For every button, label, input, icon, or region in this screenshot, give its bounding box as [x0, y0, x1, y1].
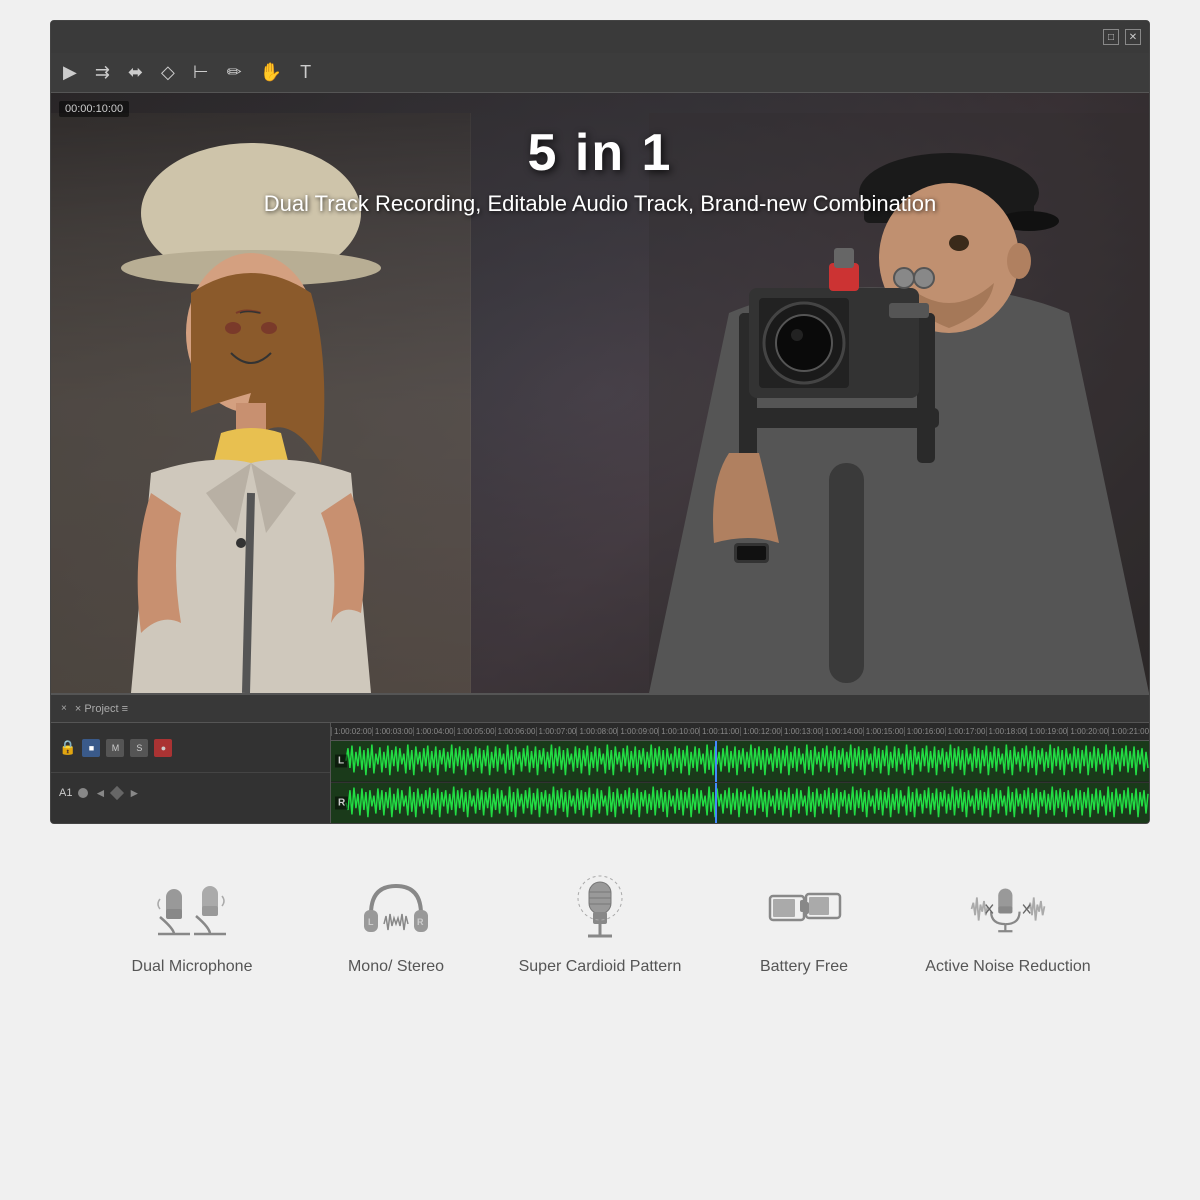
select-tool[interactable]: ▶: [63, 62, 77, 83]
track-R-label: R: [335, 796, 348, 809]
title-bar: □ ✕: [51, 21, 1149, 53]
ruler-mark-18: 1:00:19:00: [1026, 727, 1067, 736]
video-overlay: 5 in 1 Dual Track Recording, Editable Au…: [51, 123, 1149, 217]
track-controls: A1 ◄ ►: [51, 773, 330, 813]
lock-icon: 🔒: [59, 739, 76, 756]
ctrl-arrow-left[interactable]: ◄: [94, 786, 106, 800]
svg-text:R: R: [417, 917, 424, 927]
ruler-track: 1:00:02:00 1:00:03:00 1:00:04:00 1:00:05…: [331, 727, 1149, 736]
mono-stereo-icon: L R: [356, 874, 436, 944]
dual-mic-svg: [152, 874, 232, 944]
feature-super-cardioid: Super Cardioid Pattern: [510, 874, 690, 976]
ctrl-dot: [78, 788, 88, 798]
main-title: 5 in 1: [51, 123, 1149, 183]
waveform-track-L: L // generate waveform bars via inline S…: [331, 741, 1149, 783]
editor-window: □ ✕ ▶ ⇉ ⬌ ◇ ⊢ ✏ ✋ T: [50, 20, 1150, 824]
ruler-mark-19: 1:00:20:00: [1067, 727, 1108, 736]
noise-reduction-icon: [968, 874, 1048, 944]
ruler-mark-12: 1:00:13:00: [781, 727, 822, 736]
ruler-mark-6: 1:00:07:00: [536, 727, 577, 736]
waveform-track-R: R: [331, 783, 1149, 824]
track-header: 🔒 ■ M S ●: [51, 723, 330, 773]
toolbar: ▶ ⇉ ⬌ ◇ ⊢ ✏ ✋ T: [51, 53, 1149, 93]
svg-text:L: L: [368, 917, 374, 927]
hand-tool[interactable]: ✋: [260, 62, 282, 83]
sub-title: Dual Track Recording, Editable Audio Tra…: [51, 191, 1149, 217]
pen-tool[interactable]: ✏: [227, 62, 242, 83]
ruler-mark-20: 1:00:21:00: [1108, 727, 1149, 736]
active-noise-label: Active Noise Reduction: [925, 958, 1090, 976]
ruler-mark-3: 1:00:04:00: [413, 727, 454, 736]
ruler-mark-2: 1:00:03:00: [372, 727, 413, 736]
features-section: Dual Microphone L R: [50, 854, 1150, 996]
super-cardioid-label: Super Cardioid Pattern: [519, 958, 682, 976]
video-clip-icon: ■: [82, 739, 100, 757]
ctrl-arrow-right[interactable]: ►: [128, 786, 140, 800]
cardioid-svg: [560, 874, 640, 944]
cardioid-icon: [560, 874, 640, 944]
ruler-mark-10: 1:00:11:00: [699, 727, 740, 736]
feature-mono-stereo: L R Mono/ Stereo: [306, 874, 486, 976]
noise-reduction-svg: [968, 874, 1048, 944]
timeline-left-panel: 🔒 ■ M S ● A1 ◄ ►: [51, 723, 331, 823]
waveform-L-svg: // generate waveform bars via inline SVG…: [331, 741, 1149, 782]
ruler-mark-1: 1:00:02:00: [331, 727, 372, 736]
ruler-mark-16: 1:00:17:00: [945, 727, 986, 736]
feature-battery-free: Battery Free: [714, 874, 894, 976]
battery-svg: [764, 874, 844, 944]
timeline-section: × × Project ≡ 🔒 ■ M S ● A1 ◄: [51, 693, 1149, 823]
video-preview: 5 in 1 Dual Track Recording, Editable Au…: [51, 93, 1149, 693]
headphone-svg: L R: [356, 874, 436, 944]
ruler-mark-17: 1:00:18:00: [986, 727, 1027, 736]
close-button[interactable]: ✕: [1125, 29, 1141, 45]
timeline-body: 🔒 ■ M S ● A1 ◄ ►: [51, 723, 1149, 823]
dual-microphone-icon: [152, 874, 232, 944]
ruler-mark-9: 1:00:10:00: [658, 727, 699, 736]
main-container: □ ✕ ▶ ⇉ ⬌ ◇ ⊢ ✏ ✋ T: [0, 0, 1200, 1200]
battery-free-label: Battery Free: [760, 958, 848, 976]
feature-dual-microphone: Dual Microphone: [102, 874, 282, 976]
ruler-mark-13: 1:00:14:00: [822, 727, 863, 736]
ruler-mark-14: 1:00:15:00: [863, 727, 904, 736]
keyframe-diamond: [110, 786, 124, 800]
ruler-mark-15: 1:00:16:00: [904, 727, 945, 736]
battery-free-icon: [764, 874, 844, 944]
timecode-display: 00:00:10:00: [59, 101, 129, 117]
feature-noise-reduction: Active Noise Reduction: [918, 874, 1098, 976]
waveform-R-svg: [331, 783, 1149, 824]
ruler-mark-4: 1:00:05:00: [454, 727, 495, 736]
text-tool[interactable]: T: [300, 62, 311, 83]
mono-stereo-label: Mono/ Stereo: [348, 958, 444, 976]
dual-microphone-label: Dual Microphone: [132, 958, 253, 976]
ripple-tool[interactable]: ⬌: [128, 62, 143, 83]
timeline-header: × × Project ≡: [51, 695, 1149, 723]
track-L-label: L: [335, 755, 347, 768]
playhead-R: [715, 783, 717, 824]
timeline-close[interactable]: ×: [61, 703, 67, 714]
record-button[interactable]: ●: [154, 739, 172, 757]
ruler-mark-5: 1:00:06:00: [495, 727, 536, 736]
playhead-L: [715, 741, 717, 782]
track-select-tool[interactable]: ⇉: [95, 62, 110, 83]
mute-button[interactable]: M: [106, 739, 124, 757]
razor-tool[interactable]: ◇: [161, 62, 175, 83]
track-name: A1: [59, 787, 72, 799]
timecode-ruler: 1:00:02:00 1:00:03:00 1:00:04:00 1:00:05…: [331, 723, 1149, 741]
ruler-mark-11: 1:00:12:00: [740, 727, 781, 736]
solo-button[interactable]: S: [130, 739, 148, 757]
minimize-button[interactable]: □: [1103, 29, 1119, 45]
project-label: × Project ≡: [75, 703, 128, 715]
slip-tool[interactable]: ⊢: [193, 62, 209, 83]
ruler-mark-7: 1:00:08:00: [576, 727, 617, 736]
ruler-mark-8: 1:00:09:00: [617, 727, 658, 736]
audio-tracks: 1:00:02:00 1:00:03:00 1:00:04:00 1:00:05…: [331, 723, 1149, 823]
